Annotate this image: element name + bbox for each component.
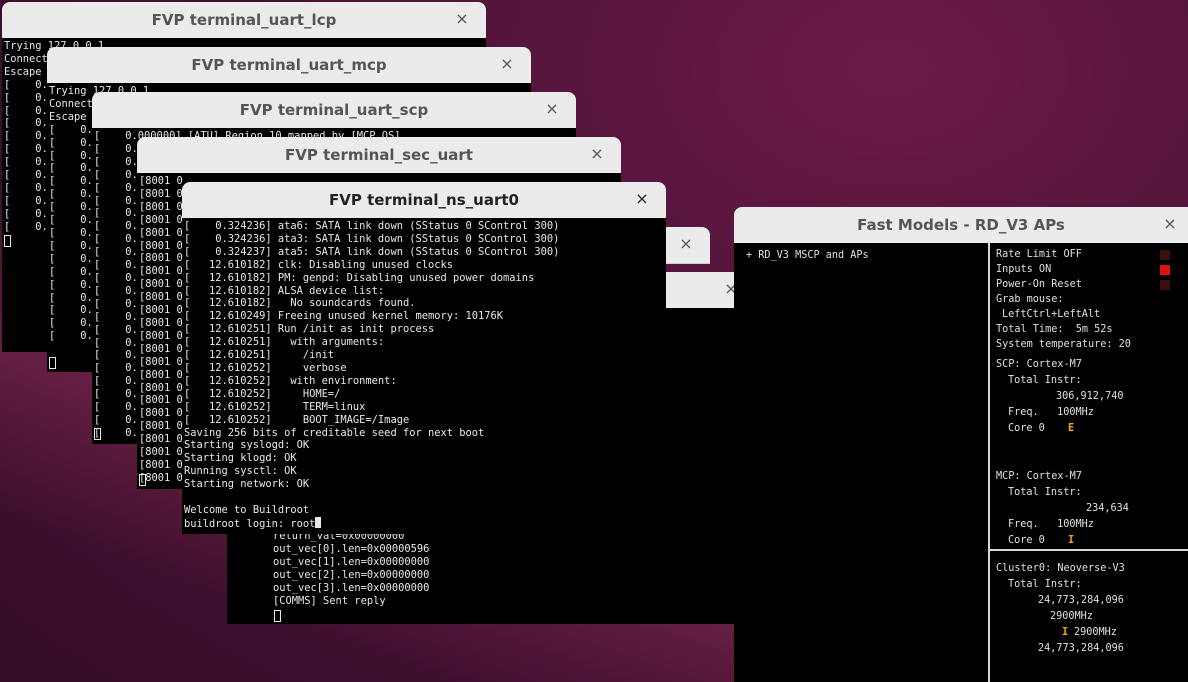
close-icon[interactable]: × xyxy=(676,234,696,254)
cluster0-core-freq: 2900MHz xyxy=(1074,627,1117,638)
status-panel: Rate Limit OFF Inputs ON Power-On Reset … xyxy=(990,243,1188,682)
window-title: FVP terminal_uart_mcp xyxy=(191,56,387,74)
terminal-cursor xyxy=(94,428,101,440)
terminal-cursor xyxy=(49,357,56,369)
terminal-text: [ 0.324236] ata6: SATA link down (SStatu… xyxy=(184,220,560,530)
fast-models-window[interactable]: Fast Models - RD_V3 APs × + RD_V3 MSCP a… xyxy=(734,207,1188,682)
scp-core-activity-icon: E xyxy=(1068,423,1075,434)
tree-item-rd-v3[interactable]: + RD_V3 MSCP and APs xyxy=(746,248,869,263)
grab-mouse-label: Grab mouse: xyxy=(996,294,1064,305)
power-on-reset-button[interactable]: Power-On Reset xyxy=(996,277,1082,292)
scp-total-instr-value: 306,912,740 xyxy=(1056,391,1124,402)
rate-limit-led xyxy=(1160,250,1170,260)
rate-limit-toggle[interactable]: Rate Limit OFF xyxy=(996,247,1082,262)
close-icon[interactable]: × xyxy=(452,9,472,29)
cluster0-name: Cluster0: Neoverse-V3 xyxy=(996,563,1125,574)
mcp-freq: Freq. 100MHz xyxy=(1008,519,1094,530)
cluster0-core-instr: 24,773,284,096 xyxy=(1038,643,1124,654)
login-prompt[interactable]: buildroot login: root xyxy=(184,518,315,530)
terminal-cursor xyxy=(274,610,281,622)
close-icon[interactable]: × xyxy=(542,99,562,119)
scp-core-label: Core 0 xyxy=(1008,423,1045,434)
scp-freq: Freq. 100MHz xyxy=(1008,407,1094,418)
close-icon[interactable]: × xyxy=(587,144,607,164)
close-icon[interactable]: × xyxy=(497,54,517,74)
cluster0-total-instr-value: 24,773,284,096 xyxy=(1038,595,1124,606)
title-bar[interactable]: FVP terminal_uart_mcp × xyxy=(47,47,531,83)
window-title: FVP terminal_uart_scp xyxy=(239,101,429,119)
total-time: Total Time: 5m 52s xyxy=(996,324,1113,335)
terminal-window-ns-uart0[interactable]: FVP terminal_ns_uart0 × [ 0.324236] ata6… xyxy=(182,182,666,534)
terminal-cursor xyxy=(139,474,146,486)
mcp-core-name: MCP: Cortex-M7 xyxy=(996,471,1082,482)
terminal-text: return_val=0x00000000 out_vec[0].len=0x0… xyxy=(273,530,430,607)
section-divider xyxy=(990,549,1188,551)
system-temperature: System temperature: 20 xyxy=(996,339,1131,350)
scp-total-instr-label: Total Instr: xyxy=(1008,375,1082,386)
mcp-core-label: Core 0 xyxy=(1008,535,1045,546)
terminal-cursor xyxy=(4,235,11,247)
title-bar[interactable]: FVP terminal_sec_uart × xyxy=(137,137,621,173)
inputs-led xyxy=(1160,265,1170,275)
title-bar[interactable]: FVP terminal_uart_lcp × xyxy=(2,2,486,38)
cluster0-total-instr-label: Total Instr: xyxy=(1008,579,1082,590)
close-icon[interactable]: × xyxy=(1160,214,1180,234)
window-title: FVP terminal_sec_uart xyxy=(285,146,473,164)
terminal-text: [8001 0 [8001 0 [8001 0 [8001 0 [8001 0 … xyxy=(139,175,183,484)
mcp-total-instr-label: Total Instr: xyxy=(1008,487,1082,498)
component-tree-panel[interactable]: + RD_V3 MSCP and APs xyxy=(734,243,988,682)
mcp-core-activity-icon: I xyxy=(1068,535,1075,546)
window-title: FVP terminal_uart_lcp xyxy=(151,11,337,29)
scp-core-name: SCP: Cortex-M7 xyxy=(996,359,1082,370)
power-on-reset-led xyxy=(1160,280,1170,290)
window-title: Fast Models - RD_V3 APs xyxy=(857,216,1065,234)
cluster0-core-activity-icon: I xyxy=(1062,627,1069,638)
grab-mouse-value: LeftCtrl+LeftAlt xyxy=(1002,309,1101,320)
title-bar[interactable]: Fast Models - RD_V3 APs × xyxy=(734,207,1188,243)
window-title: FVP terminal_ns_uart0 xyxy=(329,191,519,209)
title-bar[interactable]: FVP terminal_ns_uart0 × xyxy=(182,182,666,218)
terminal-cursor xyxy=(315,516,322,528)
mcp-total-instr-value: 234,634 xyxy=(1086,503,1129,514)
cluster0-freq: 2900MHz xyxy=(1050,611,1093,622)
close-icon[interactable]: × xyxy=(632,189,652,209)
title-bar[interactable]: FVP terminal_uart_scp × xyxy=(92,92,576,128)
terminal-output[interactable]: [ 0.324236] ata6: SATA link down (SStatu… xyxy=(182,218,666,534)
inputs-toggle[interactable]: Inputs ON xyxy=(996,262,1051,277)
